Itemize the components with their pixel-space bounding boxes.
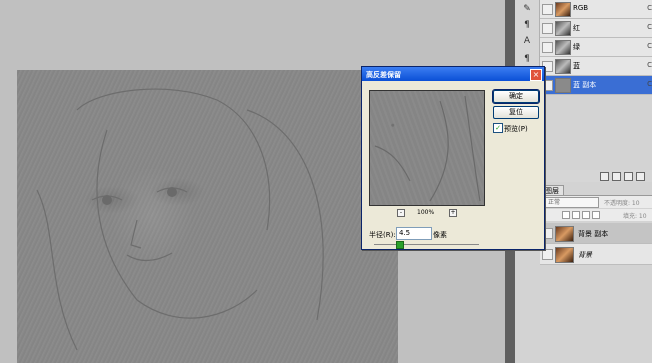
high-pass-face-image [36,88,324,351]
visibility-icon[interactable] [542,42,553,53]
layer-label: 背景 副本 [578,230,609,238]
radius-label: 半径(R): [369,231,396,239]
lock-pixels-icon[interactable] [572,211,580,219]
layer-label: 背景 [578,251,592,259]
visibility-icon[interactable] [542,4,553,15]
canvas-image[interactable] [17,70,398,363]
layer-row-background[interactable]: 背景 [540,244,652,265]
channel-label: RGB [573,4,589,12]
channel-label: 蓝 [573,62,580,70]
preview-checkbox[interactable]: ✓ [493,123,503,133]
channel-thumbnail [555,40,571,55]
preview-image [374,95,481,202]
new-channel-icon[interactable] [624,172,633,181]
blend-mode-select[interactable]: 正常 [545,197,599,208]
channel-shortcut: C [647,61,652,69]
character-icon[interactable]: A [522,36,532,46]
channel-row-blue[interactable]: 蓝 C [540,57,652,76]
dialog-title: 高反差保留 [366,71,401,79]
radius-input[interactable]: 4.5 [396,227,432,240]
preview-label: 预览(P) [504,125,528,133]
zoom-out-button[interactable]: - [397,209,405,217]
zoom-level: 100% [417,209,435,216]
save-selection-icon[interactable] [612,172,621,181]
ok-button[interactable]: 确定 [492,89,540,104]
load-selection-icon[interactable] [600,172,609,181]
channel-thumbnail [555,2,571,17]
lock-position-icon[interactable] [582,211,590,219]
opacity-label[interactable]: 不透明度: 10 [604,198,640,207]
fill-label[interactable]: 填充: 10 [623,211,647,220]
channel-shortcut: C [647,80,652,88]
paragraph-icon[interactable]: ¶ [522,54,532,64]
reset-button[interactable]: 复位 [493,106,539,119]
high-pass-dialog: 高反差保留 × - 100% + 确定 复位 ✓ 预览(P) 半径(R): 4.… [361,66,545,250]
channel-thumbnail [555,59,571,74]
filter-preview[interactable] [369,90,485,206]
radius-slider-thumb[interactable] [396,241,404,249]
layer-thumbnail [555,247,574,263]
channel-thumbnail [555,21,571,36]
radius-unit: 像素 [433,231,447,239]
channel-row-rgb[interactable]: RGB C [540,0,652,19]
channel-row-green[interactable]: 绿 C [540,38,652,57]
delete-channel-icon[interactable] [636,172,645,181]
channel-label: 绿 [573,43,580,51]
channel-shortcut: C [647,4,652,12]
layer-row-background-copy[interactable]: 背景 副本 [540,223,652,244]
channel-label: 红 [573,24,580,32]
radius-slider-track[interactable] [374,244,479,245]
zoom-in-button[interactable]: + [449,209,457,217]
channel-shortcut: C [647,23,652,31]
paragraph-icon[interactable]: ¶ [522,20,532,30]
history-brush-icon[interactable]: ✎ [522,4,532,14]
channel-label: 蓝 副本 [573,81,597,89]
channels-toolbar [540,170,652,182]
visibility-icon[interactable] [542,23,553,34]
lock-all-icon[interactable] [592,211,600,219]
channel-shortcut: C [647,42,652,50]
layer-thumbnail [555,226,574,242]
channel-row-blue-copy[interactable]: 蓝 副本 C [540,76,652,95]
channel-thumbnail [555,78,571,93]
dialog-titlebar[interactable]: 高反差保留 × [362,67,544,81]
lock-transparency-icon[interactable] [562,211,570,219]
panel-tool-column: ✎ ¶ A ¶ [515,0,540,75]
channel-row-red[interactable]: 红 C [540,19,652,38]
visibility-icon[interactable] [542,249,553,260]
close-icon[interactable]: × [530,69,542,81]
